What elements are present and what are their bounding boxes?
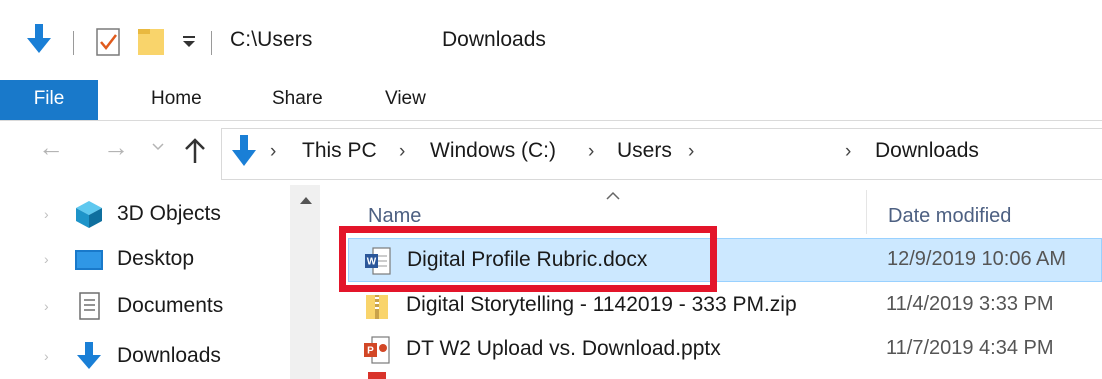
title-bar: C:\Users Downloads xyxy=(0,0,1102,80)
breadcrumb-this-pc[interactable]: This PC xyxy=(302,139,377,163)
window-title-path: C:\Users xyxy=(230,28,313,51)
recent-locations-chevron-icon[interactable] xyxy=(152,142,164,152)
expand-chevron-icon[interactable]: › xyxy=(44,251,49,267)
3d-objects-icon xyxy=(76,201,102,228)
downloads-location-icon xyxy=(232,135,256,166)
ribbon-divider xyxy=(0,120,1102,121)
expand-chevron-icon[interactable]: › xyxy=(44,206,49,222)
nav-item-desktop[interactable]: › Desktop xyxy=(0,238,290,282)
desktop-icon xyxy=(75,250,103,270)
tab-file[interactable]: File xyxy=(0,80,98,120)
nav-item-label: Documents xyxy=(117,294,224,317)
forward-arrow-icon[interactable]: → xyxy=(103,132,129,163)
downloads-icon xyxy=(77,342,101,369)
documents-icon xyxy=(79,292,100,320)
breadcrumb-downloads[interactable]: Downloads xyxy=(875,139,979,163)
breadcrumb-windows-c[interactable]: Windows (C:) xyxy=(430,139,556,163)
file-name: DT W2 Upload vs. Download.pptx xyxy=(406,337,721,360)
column-header-date-modified[interactable]: Date modified xyxy=(888,205,1011,228)
file-date-modified: 11/4/2019 3:33 PM xyxy=(886,293,1054,315)
breadcrumb-separator[interactable]: › xyxy=(688,141,694,163)
tab-view[interactable]: View xyxy=(385,80,426,120)
navigation-pane-scrollbar[interactable] xyxy=(290,185,320,379)
breadcrumb-separator[interactable]: › xyxy=(588,141,594,163)
scroll-up-arrow-icon[interactable] xyxy=(300,196,312,205)
file-date-modified: 11/7/2019 4:34 PM xyxy=(886,337,1054,359)
navigation-pane: › 3D Objects › Desktop › Documents › Dow… xyxy=(0,185,320,379)
nav-item-downloads[interactable]: › Downloads xyxy=(0,335,290,379)
zip-folder-icon xyxy=(366,295,388,319)
qat-dropdown-icon[interactable] xyxy=(182,36,196,48)
pdf-document-icon xyxy=(368,372,386,379)
expand-chevron-icon[interactable]: › xyxy=(44,348,49,364)
download-arrow-icon[interactable] xyxy=(27,24,51,54)
file-row[interactable]: P DT W2 Upload vs. Download.pptx 11/7/20… xyxy=(348,328,1102,372)
powerpoint-document-icon: P xyxy=(364,336,390,364)
properties-check-icon[interactable] xyxy=(96,28,122,56)
tab-share[interactable]: Share xyxy=(272,80,323,120)
column-header-name[interactable]: Name xyxy=(368,205,421,228)
back-arrow-icon[interactable]: ← xyxy=(38,132,64,163)
file-name: Digital Storytelling - 1142019 - 333 PM.… xyxy=(406,293,797,316)
up-arrow-icon[interactable] xyxy=(184,137,206,165)
window-title-folder: Downloads xyxy=(442,28,546,51)
nav-item-label: Desktop xyxy=(117,247,195,270)
nav-item-3d-objects[interactable]: › 3D Objects xyxy=(0,193,290,237)
breadcrumb-separator[interactable]: › xyxy=(270,141,276,163)
column-divider[interactable] xyxy=(866,190,867,234)
new-folder-icon[interactable] xyxy=(137,26,165,56)
nav-item-documents[interactable]: › Documents xyxy=(0,285,290,329)
annotation-highlight-box xyxy=(339,226,717,292)
expand-chevron-icon[interactable]: › xyxy=(44,298,49,314)
file-date-modified: 12/9/2019 10:06 AM xyxy=(887,248,1067,270)
breadcrumb-separator[interactable]: › xyxy=(399,141,405,163)
tab-home[interactable]: Home xyxy=(151,80,202,120)
nav-item-label: 3D Objects xyxy=(117,202,221,225)
toolbar-separator xyxy=(73,31,74,55)
nav-item-label: Downloads xyxy=(117,344,221,367)
breadcrumb-users[interactable]: Users xyxy=(617,139,672,163)
breadcrumb-separator[interactable]: › xyxy=(845,141,851,163)
sort-ascending-icon xyxy=(606,191,620,200)
toolbar-separator xyxy=(211,31,212,55)
svg-text:P: P xyxy=(367,346,374,357)
